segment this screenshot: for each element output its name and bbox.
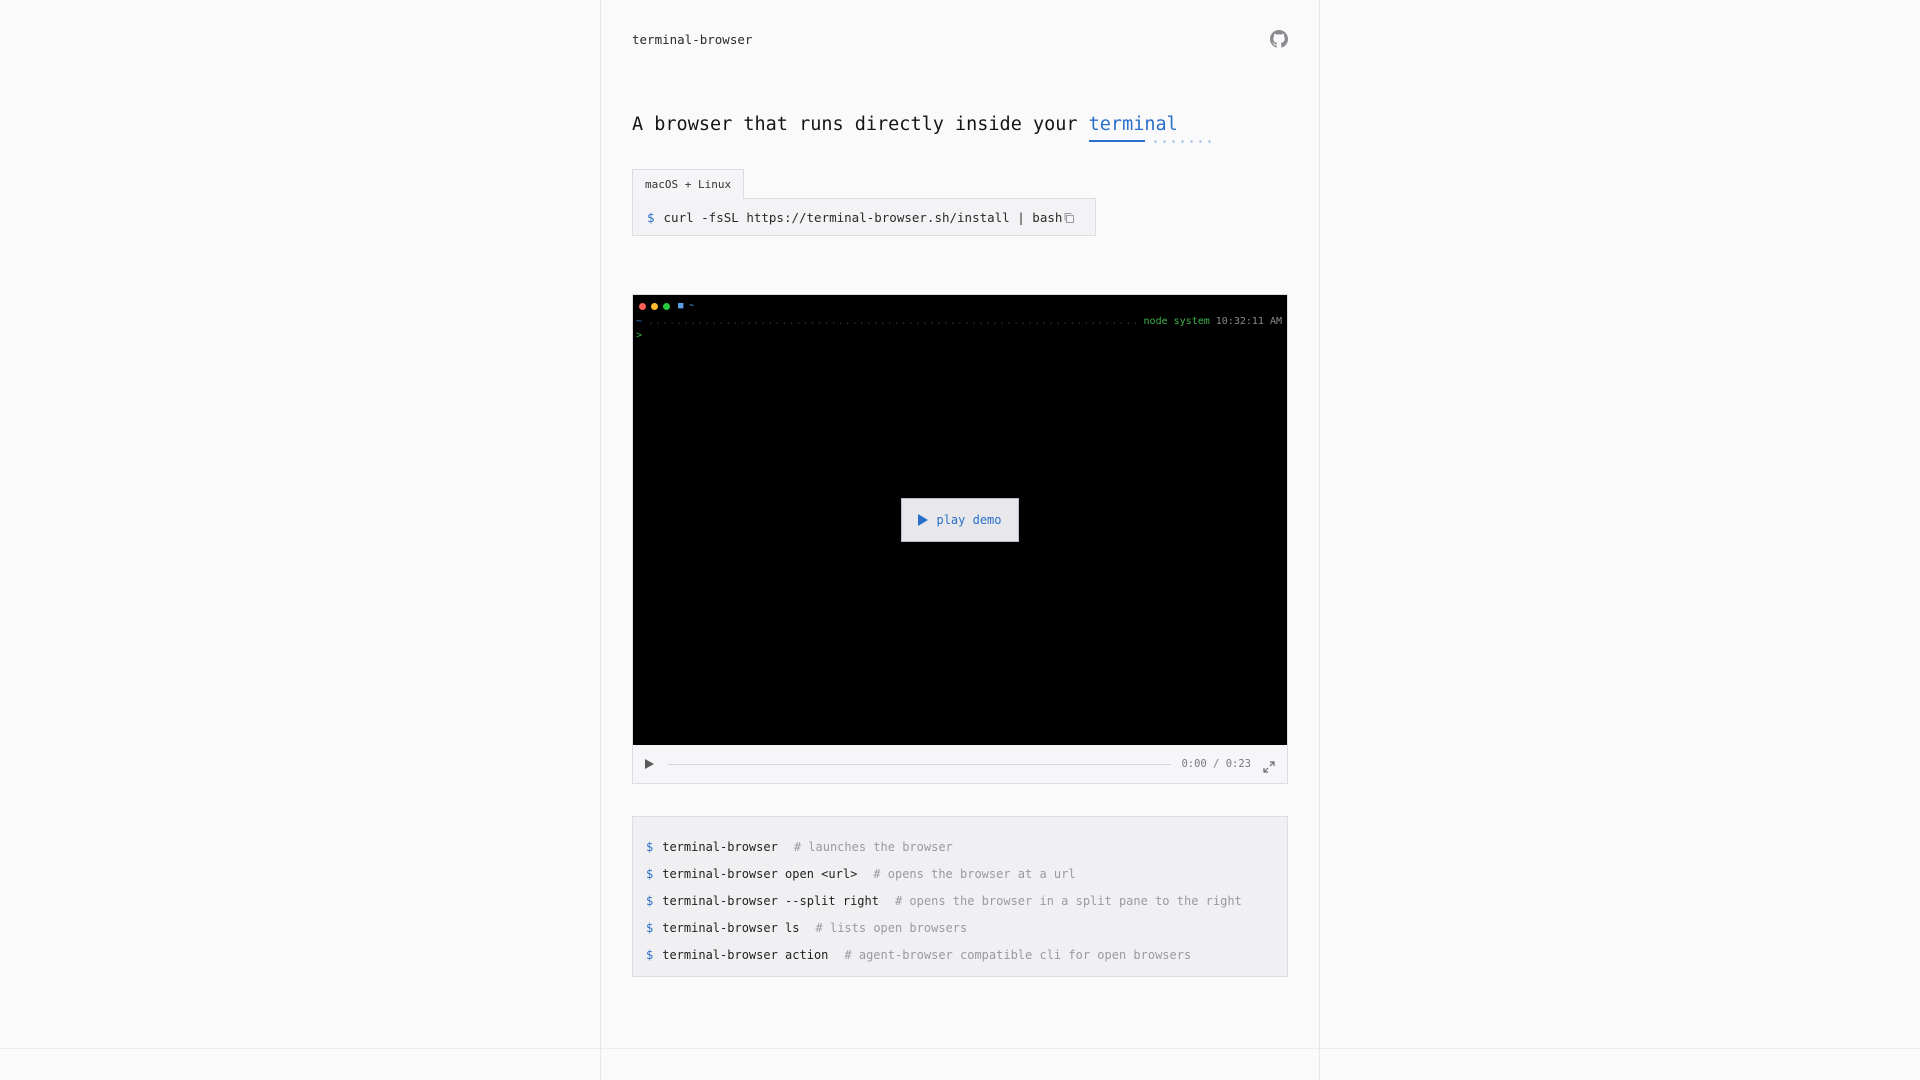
github-icon[interactable] bbox=[1270, 30, 1288, 48]
prompt-symbol: $ bbox=[646, 839, 654, 854]
command-text: terminal-browser --split right bbox=[662, 893, 879, 908]
command-comment: # opens the browser at a url bbox=[873, 866, 1076, 881]
terminal-status-line: ~ ......................................… bbox=[636, 316, 1282, 327]
headline-text: A browser that runs directly inside your bbox=[632, 114, 1089, 135]
prompt-symbol: $ bbox=[646, 947, 654, 962]
tab-macos-linux[interactable]: macOS + Linux bbox=[632, 169, 745, 199]
prompt-symbol: $ bbox=[646, 866, 654, 881]
player-controls: 0:00 / 0:23 bbox=[633, 745, 1287, 783]
list-item: $ terminal-browser open <url> # opens th… bbox=[646, 860, 1274, 887]
list-item: $ terminal-browser action # agent-browse… bbox=[646, 941, 1274, 968]
terminal-prompt: > bbox=[636, 330, 643, 341]
install-command-box: $ curl -fsSL https://terminal-browser.sh… bbox=[632, 198, 1096, 236]
command-list: $ terminal-browser # launches the browse… bbox=[632, 816, 1288, 977]
command-text: terminal-browser ls bbox=[662, 920, 800, 935]
brand-link[interactable]: terminal-browser bbox=[632, 32, 752, 47]
terminal-node-status: node system bbox=[1143, 316, 1210, 327]
install-command: curl -fsSL https://terminal-browser.sh/i… bbox=[663, 209, 1063, 225]
play-icon[interactable] bbox=[645, 759, 654, 769]
footer-divider bbox=[0, 1048, 1920, 1049]
status-leader: ........................................… bbox=[648, 316, 1138, 327]
command-comment: # lists open browsers bbox=[815, 920, 968, 935]
demo-player: ■ ~ ~ ..................................… bbox=[632, 294, 1288, 784]
prompt-symbol: $ bbox=[646, 893, 654, 908]
list-item: $ terminal-browser --split right # opens… bbox=[646, 887, 1274, 914]
close-dot-icon bbox=[639, 302, 646, 310]
accent-dots bbox=[1150, 140, 1211, 143]
terminal-path: ~ bbox=[636, 316, 643, 327]
window-controls: ■ ~ bbox=[639, 301, 695, 311]
play-demo-button[interactable]: play demo bbox=[901, 498, 1019, 542]
headline-accent: terminal bbox=[1088, 114, 1211, 143]
accent-underline bbox=[1088, 140, 1145, 142]
command-comment: # launches the browser bbox=[793, 839, 953, 854]
terminal-screen: ■ ~ ~ ..................................… bbox=[633, 295, 1287, 745]
site-header: terminal-browser bbox=[632, 30, 1288, 52]
terminal-clock: 10:32:11 AM bbox=[1215, 316, 1282, 327]
time-display: 0:00 / 0:23 bbox=[1181, 758, 1251, 770]
command-comment: # opens the browser in a split pane to t… bbox=[894, 893, 1242, 908]
list-item: $ terminal-browser ls # lists open brows… bbox=[646, 914, 1274, 941]
prompt-symbol: $ bbox=[647, 209, 655, 225]
install-section: macOS + Linux $ curl -fsSL https://termi… bbox=[632, 169, 1096, 236]
fullscreen-icon[interactable] bbox=[1263, 758, 1275, 773]
page-headline: A browser that runs directly inside your… bbox=[632, 114, 1211, 143]
maximize-dot-icon bbox=[663, 302, 670, 310]
command-text: terminal-browser bbox=[662, 839, 778, 854]
minimize-dot-icon bbox=[651, 302, 658, 310]
play-icon bbox=[918, 514, 929, 526]
play-demo-label: play demo bbox=[936, 513, 1002, 527]
folder-icon: ■ ~ bbox=[678, 301, 695, 311]
prompt-symbol: $ bbox=[646, 920, 654, 935]
list-item: $ terminal-browser # launches the browse… bbox=[646, 833, 1274, 860]
command-text: terminal-browser open <url> bbox=[662, 866, 858, 881]
content-column: terminal-browser A browser that runs dir… bbox=[600, 0, 1320, 1080]
command-text: terminal-browser action bbox=[662, 947, 829, 962]
command-comment: # agent-browser compatible cli for open … bbox=[844, 947, 1192, 962]
progress-bar[interactable] bbox=[668, 763, 1172, 765]
copy-icon[interactable] bbox=[1063, 212, 1075, 224]
